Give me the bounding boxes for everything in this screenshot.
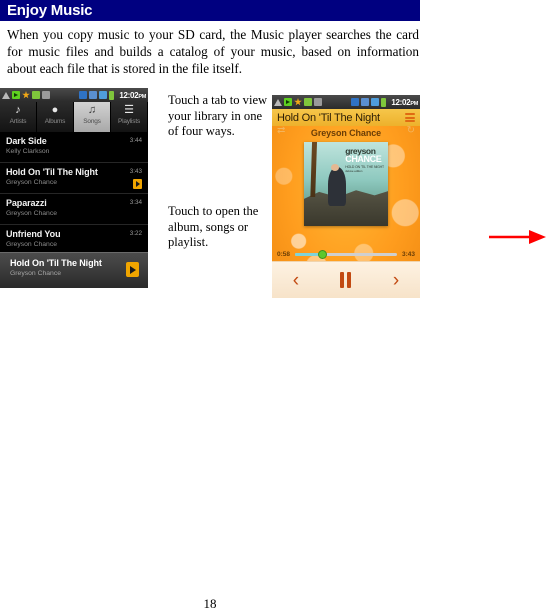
elapsed-time: 0:58	[277, 250, 291, 258]
page-number: 18	[203, 596, 217, 611]
gps-icon	[42, 91, 50, 99]
warning-icon	[2, 91, 10, 99]
seek-slider[interactable]	[295, 249, 397, 259]
next-button[interactable]: ›	[393, 271, 399, 290]
status-icons-right: 12:02PM	[351, 97, 418, 107]
tab-playlists[interactable]: ☰ Playlists	[111, 102, 148, 132]
sync-icon	[371, 98, 380, 106]
table-row[interactable]: Paparazzi Greyson Chance 3:34	[0, 194, 148, 225]
song-title: Paparazzi	[6, 198, 47, 208]
battery-icon	[381, 97, 387, 107]
player-status-bar: 12:02PM	[272, 95, 420, 109]
song-title: Dark Side	[6, 136, 47, 146]
table-row[interactable]: Dark Side Kelly Clarkson 3:44	[0, 132, 148, 163]
now-playing-bar[interactable]: Hold On 'Til The Night Greyson Chance	[0, 252, 148, 288]
song-artist: Greyson Chance	[6, 210, 58, 217]
tab-playlists-label: Playlists	[117, 118, 141, 125]
song-title: Unfriend You	[6, 229, 61, 239]
callout-open-hint: Touch to open the album, songs or playli…	[168, 204, 259, 249]
table-row[interactable]: Hold On 'Til The Night Greyson Chance 3:…	[0, 163, 148, 194]
tab-albums[interactable]: ● Albums	[37, 102, 74, 132]
red-pointer-arrow	[489, 230, 546, 244]
player-track-title: Hold On 'Til The Night	[277, 111, 380, 124]
previous-button[interactable]: ‹	[293, 271, 299, 290]
now-playing-icon	[133, 179, 142, 189]
star-icon	[294, 98, 302, 106]
library-status-bar: 12:02PM	[0, 88, 148, 102]
album-artist-surname: CHANCE	[345, 153, 382, 164]
star-icon	[22, 91, 30, 99]
sync-icon	[99, 91, 108, 99]
song-list: Dark Side Kelly Clarkson 3:44 Hold On 'T…	[0, 132, 148, 256]
song-artist: Kelly Clarkson	[6, 148, 50, 155]
intro-paragraph: When you copy music to your SD card, the…	[7, 27, 419, 76]
player-title-bar: Hold On 'Til The Night	[272, 109, 420, 126]
song-duration: 3:43	[129, 168, 142, 175]
song-artist: Greyson Chance	[6, 179, 58, 186]
music-note-icon: ♫	[87, 104, 97, 116]
seek-bar-row: 0:58 3:43	[272, 247, 420, 261]
playlist-icon[interactable]	[405, 113, 415, 122]
seek-thumb[interactable]	[318, 249, 328, 259]
status-clock: 12:02PM	[391, 97, 418, 107]
song-title: Hold On 'Til The Night	[6, 167, 98, 177]
disc-icon: ●	[51, 104, 59, 116]
song-artist: Greyson Chance	[6, 241, 58, 248]
pause-button[interactable]	[340, 272, 352, 288]
download-icon	[89, 91, 98, 99]
library-tab-bar: ♪ Artists ● Albums ♫ Songs ☰ Playlists	[0, 102, 148, 132]
tab-artists[interactable]: ♪ Artists	[0, 102, 37, 132]
album-edition: deluxe edition	[345, 168, 363, 173]
warning-icon	[274, 98, 282, 106]
microphone-icon: ♪	[15, 104, 21, 116]
battery-icon	[109, 90, 115, 100]
status-clock: 12:02PM	[119, 90, 146, 100]
list-icon: ☰	[124, 104, 134, 116]
tab-songs-label: Songs	[83, 118, 101, 125]
gps-icon	[314, 98, 322, 106]
player-artist-row: Greyson Chance	[272, 126, 420, 140]
album-art: greyson CHANCE HOLD ON 'TIL THE NIGHT de…	[304, 142, 388, 226]
song-duration: 3:34	[129, 199, 142, 206]
total-time: 3:43	[401, 250, 415, 258]
callout-tab-hint: Touch a tab to view your library in one …	[168, 93, 268, 138]
status-icons-left	[274, 98, 322, 106]
page-header-band: Enjoy Music	[0, 0, 420, 21]
album-art-person	[327, 167, 346, 206]
tab-artists-label: Artists	[9, 118, 27, 125]
song-duration: 3:22	[129, 230, 142, 237]
sd-card-icon	[351, 98, 360, 106]
music-player-screenshot: 12:02PM Hold On 'Til The Night ⇄ ↻ Greys…	[272, 95, 420, 298]
music-library-screenshot: 12:02PM ♪ Artists ● Albums ♫ Songs ☰ Pla…	[0, 88, 148, 288]
tab-songs[interactable]: ♫ Songs	[74, 102, 111, 132]
status-icons-left	[2, 91, 50, 99]
play-icon[interactable]	[126, 262, 139, 277]
song-duration: 3:44	[129, 137, 142, 144]
sd-card-icon	[79, 91, 88, 99]
page-title: Enjoy Music	[7, 2, 93, 19]
play-icon	[284, 98, 292, 106]
tab-albums-label: Albums	[44, 118, 66, 125]
usb-icon	[32, 91, 40, 99]
player-controls: ‹ ›	[272, 261, 420, 298]
play-icon	[12, 91, 20, 99]
status-icons-right: 12:02PM	[79, 90, 146, 100]
download-icon	[361, 98, 370, 106]
usb-icon	[304, 98, 312, 106]
album-art-text: greyson CHANCE HOLD ON 'TIL THE NIGHT de…	[345, 147, 384, 173]
player-track-artist: Greyson Chance	[310, 128, 382, 138]
